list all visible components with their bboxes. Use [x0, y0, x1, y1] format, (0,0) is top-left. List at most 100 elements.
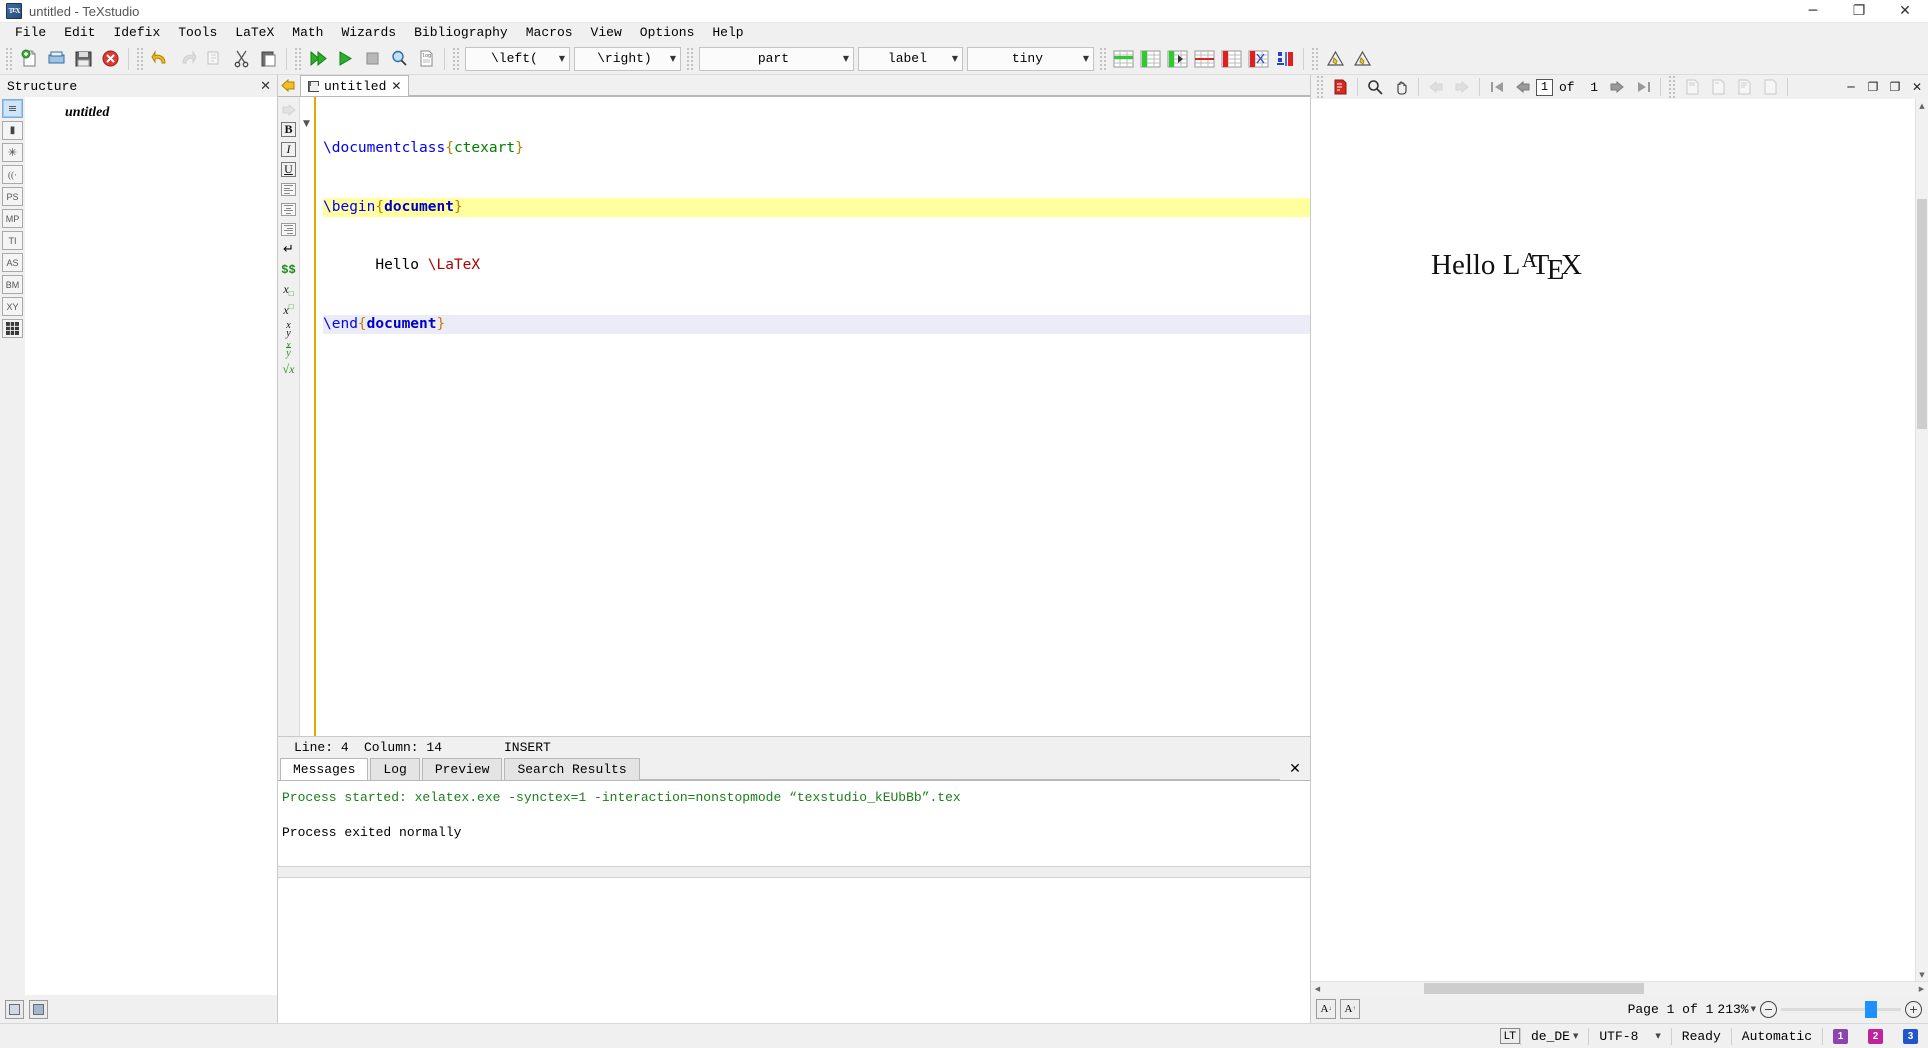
- pdf-horizontal-scrollbar[interactable]: ◀ ▶: [1311, 981, 1928, 995]
- undo-button[interactable]: [148, 46, 173, 72]
- math-mode-button[interactable]: $$: [279, 260, 299, 279]
- toolbar-grip-7[interactable]: [1311, 46, 1319, 71]
- dfrac-button[interactable]: xy: [279, 340, 299, 359]
- subscript-button[interactable]: x□: [279, 280, 299, 299]
- close-icon[interactable]: ✕: [260, 79, 271, 94]
- close-icon[interactable]: ✕: [391, 79, 401, 93]
- bookmark-badge-2[interactable]: 2: [1858, 1027, 1893, 1046]
- paste-column-button[interactable]: [1273, 46, 1298, 72]
- open-document-button[interactable]: [44, 46, 69, 72]
- insert-column-left-button[interactable]: [1138, 46, 1163, 72]
- fraction-button[interactable]: xy: [279, 320, 299, 339]
- next-page-button[interactable]: [1605, 76, 1629, 98]
- tab-preview[interactable]: Preview: [421, 758, 503, 780]
- paste-button[interactable]: [256, 46, 281, 72]
- remove-column-button[interactable]: [1219, 46, 1244, 72]
- compile-button[interactable]: [333, 46, 358, 72]
- menu-math[interactable]: Math: [283, 23, 332, 43]
- toolbar-grip-5[interactable]: [686, 46, 694, 71]
- fold-gutter[interactable]: ▼: [300, 97, 314, 736]
- structure-tree-item-untitled[interactable]: untitled: [65, 105, 277, 121]
- menu-idefix[interactable]: Idefix: [104, 23, 169, 43]
- nav-back-icon[interactable]: [278, 74, 298, 96]
- chevron-down-icon[interactable]: ▼: [1751, 1005, 1756, 1013]
- align-center-button[interactable]: [279, 200, 299, 219]
- single-page-icon[interactable]: [1758, 76, 1782, 98]
- zoom-in-button[interactable]: +: [1905, 1000, 1922, 1018]
- menu-macros[interactable]: Macros: [517, 23, 582, 43]
- menu-file[interactable]: File: [6, 23, 55, 43]
- menu-tools[interactable]: Tools: [169, 23, 226, 43]
- underline-button[interactable]: U: [279, 160, 299, 179]
- page-number-input[interactable]: 1: [1536, 78, 1553, 96]
- bookmark-badge-3[interactable]: 3: [1893, 1027, 1928, 1046]
- mp-symbols-icon[interactable]: MP: [2, 209, 23, 228]
- scroll-up-icon[interactable]: ▲: [1916, 99, 1928, 112]
- scroll-right-icon[interactable]: ▶: [1915, 982, 1928, 995]
- menu-options[interactable]: Options: [631, 23, 704, 43]
- bm-symbols-icon[interactable]: BM: [2, 275, 23, 294]
- new-document-button[interactable]: [17, 46, 42, 72]
- code-editor[interactable]: \documentclass{ctexart} \begin{document}…: [314, 97, 1310, 736]
- tab-log[interactable]: Log: [370, 758, 420, 780]
- pdf-minimize-button[interactable]: ─: [1840, 76, 1862, 98]
- bookmark-badge-1[interactable]: 1: [1823, 1027, 1858, 1046]
- zoom-slider[interactable]: [1781, 1000, 1901, 1018]
- label-combo[interactable]: label ▼: [858, 46, 963, 71]
- tab-messages[interactable]: Messages: [280, 758, 369, 780]
- ti-symbols-icon[interactable]: TI: [2, 231, 23, 250]
- last-page-button[interactable]: [1631, 76, 1655, 98]
- first-page-button[interactable]: [1485, 76, 1509, 98]
- right-delimiter-combo[interactable]: \right) ▼: [574, 46, 681, 71]
- editor-tab-untitled[interactable]: untitled ✕: [300, 75, 410, 96]
- pdf-vertical-scrollbar[interactable]: ▲ ▼: [1915, 99, 1928, 981]
- grid-icon[interactable]: [2, 319, 23, 338]
- close-button[interactable]: ✕: [1882, 0, 1928, 23]
- code-line-4[interactable]: \end{document}: [323, 314, 1310, 334]
- pdf-close-button[interactable]: ✕: [1906, 76, 1928, 98]
- sync-backward-icon[interactable]: A ↑: [1340, 999, 1360, 1019]
- close-document-button[interactable]: [98, 46, 123, 72]
- code-line-1[interactable]: \documentclass{ctexart}: [323, 139, 1310, 159]
- newline-button[interactable]: ↵: [279, 240, 299, 259]
- scroll-thumb[interactable]: [1917, 199, 1927, 429]
- menu-latex[interactable]: LaTeX: [226, 23, 283, 43]
- hand-tool-icon[interactable]: [1389, 76, 1413, 98]
- ps-symbols-icon[interactable]: PS: [2, 187, 23, 206]
- scroll-track[interactable]: [1324, 982, 1915, 995]
- toolbar-grip[interactable]: [5, 46, 13, 71]
- copy-button[interactable]: [202, 46, 227, 72]
- scroll-left-icon[interactable]: ◀: [1311, 982, 1324, 995]
- panel-toggle-left-button[interactable]: [5, 999, 24, 1019]
- bold-button[interactable]: B: [279, 120, 299, 139]
- code-line-3[interactable]: Hello \LaTeX: [323, 256, 1310, 276]
- fit-width-icon[interactable]: [1680, 76, 1704, 98]
- pdf-toolbar-grip[interactable]: [1316, 75, 1324, 99]
- menu-view[interactable]: View: [582, 23, 631, 43]
- warning-2-button[interactable]: [1350, 46, 1375, 72]
- toolbar-grip-4[interactable]: [452, 46, 460, 71]
- pdf-page-area[interactable]: Hello LATEX ▲ ▼: [1311, 99, 1928, 981]
- zoom-slider-knob[interactable]: [1865, 1000, 1877, 1018]
- scroll-thumb[interactable]: [1424, 983, 1644, 994]
- toolbar-grip-6[interactable]: [1099, 46, 1107, 71]
- save-document-button[interactable]: [71, 46, 96, 72]
- redo-button[interactable]: [175, 46, 200, 72]
- cut-column-button[interactable]: [1246, 46, 1271, 72]
- menu-edit[interactable]: Edit: [55, 23, 104, 43]
- align-right-button[interactable]: [279, 220, 299, 239]
- zoom-value[interactable]: 213%: [1717, 1002, 1748, 1017]
- scroll-down-icon[interactable]: ▼: [1916, 968, 1928, 981]
- fit-text-icon[interactable]: [1732, 76, 1756, 98]
- xy-symbols-icon[interactable]: XY: [2, 297, 23, 316]
- section-combo[interactable]: part ▼: [699, 46, 854, 71]
- encoding-selector[interactable]: UTF-8 ▼: [1589, 1027, 1670, 1046]
- toolbar-grip-3[interactable]: [294, 46, 302, 71]
- prev-page-button[interactable]: [1511, 76, 1535, 98]
- sync-forward-icon[interactable]: A ↓: [1316, 999, 1336, 1019]
- zoom-out-button[interactable]: −: [1760, 1000, 1777, 1018]
- insert-column-button[interactable]: [1165, 46, 1190, 72]
- nav-forward-icon[interactable]: [279, 100, 299, 119]
- cut-button[interactable]: [229, 46, 254, 72]
- bookmarks-icon[interactable]: ▮: [2, 121, 23, 140]
